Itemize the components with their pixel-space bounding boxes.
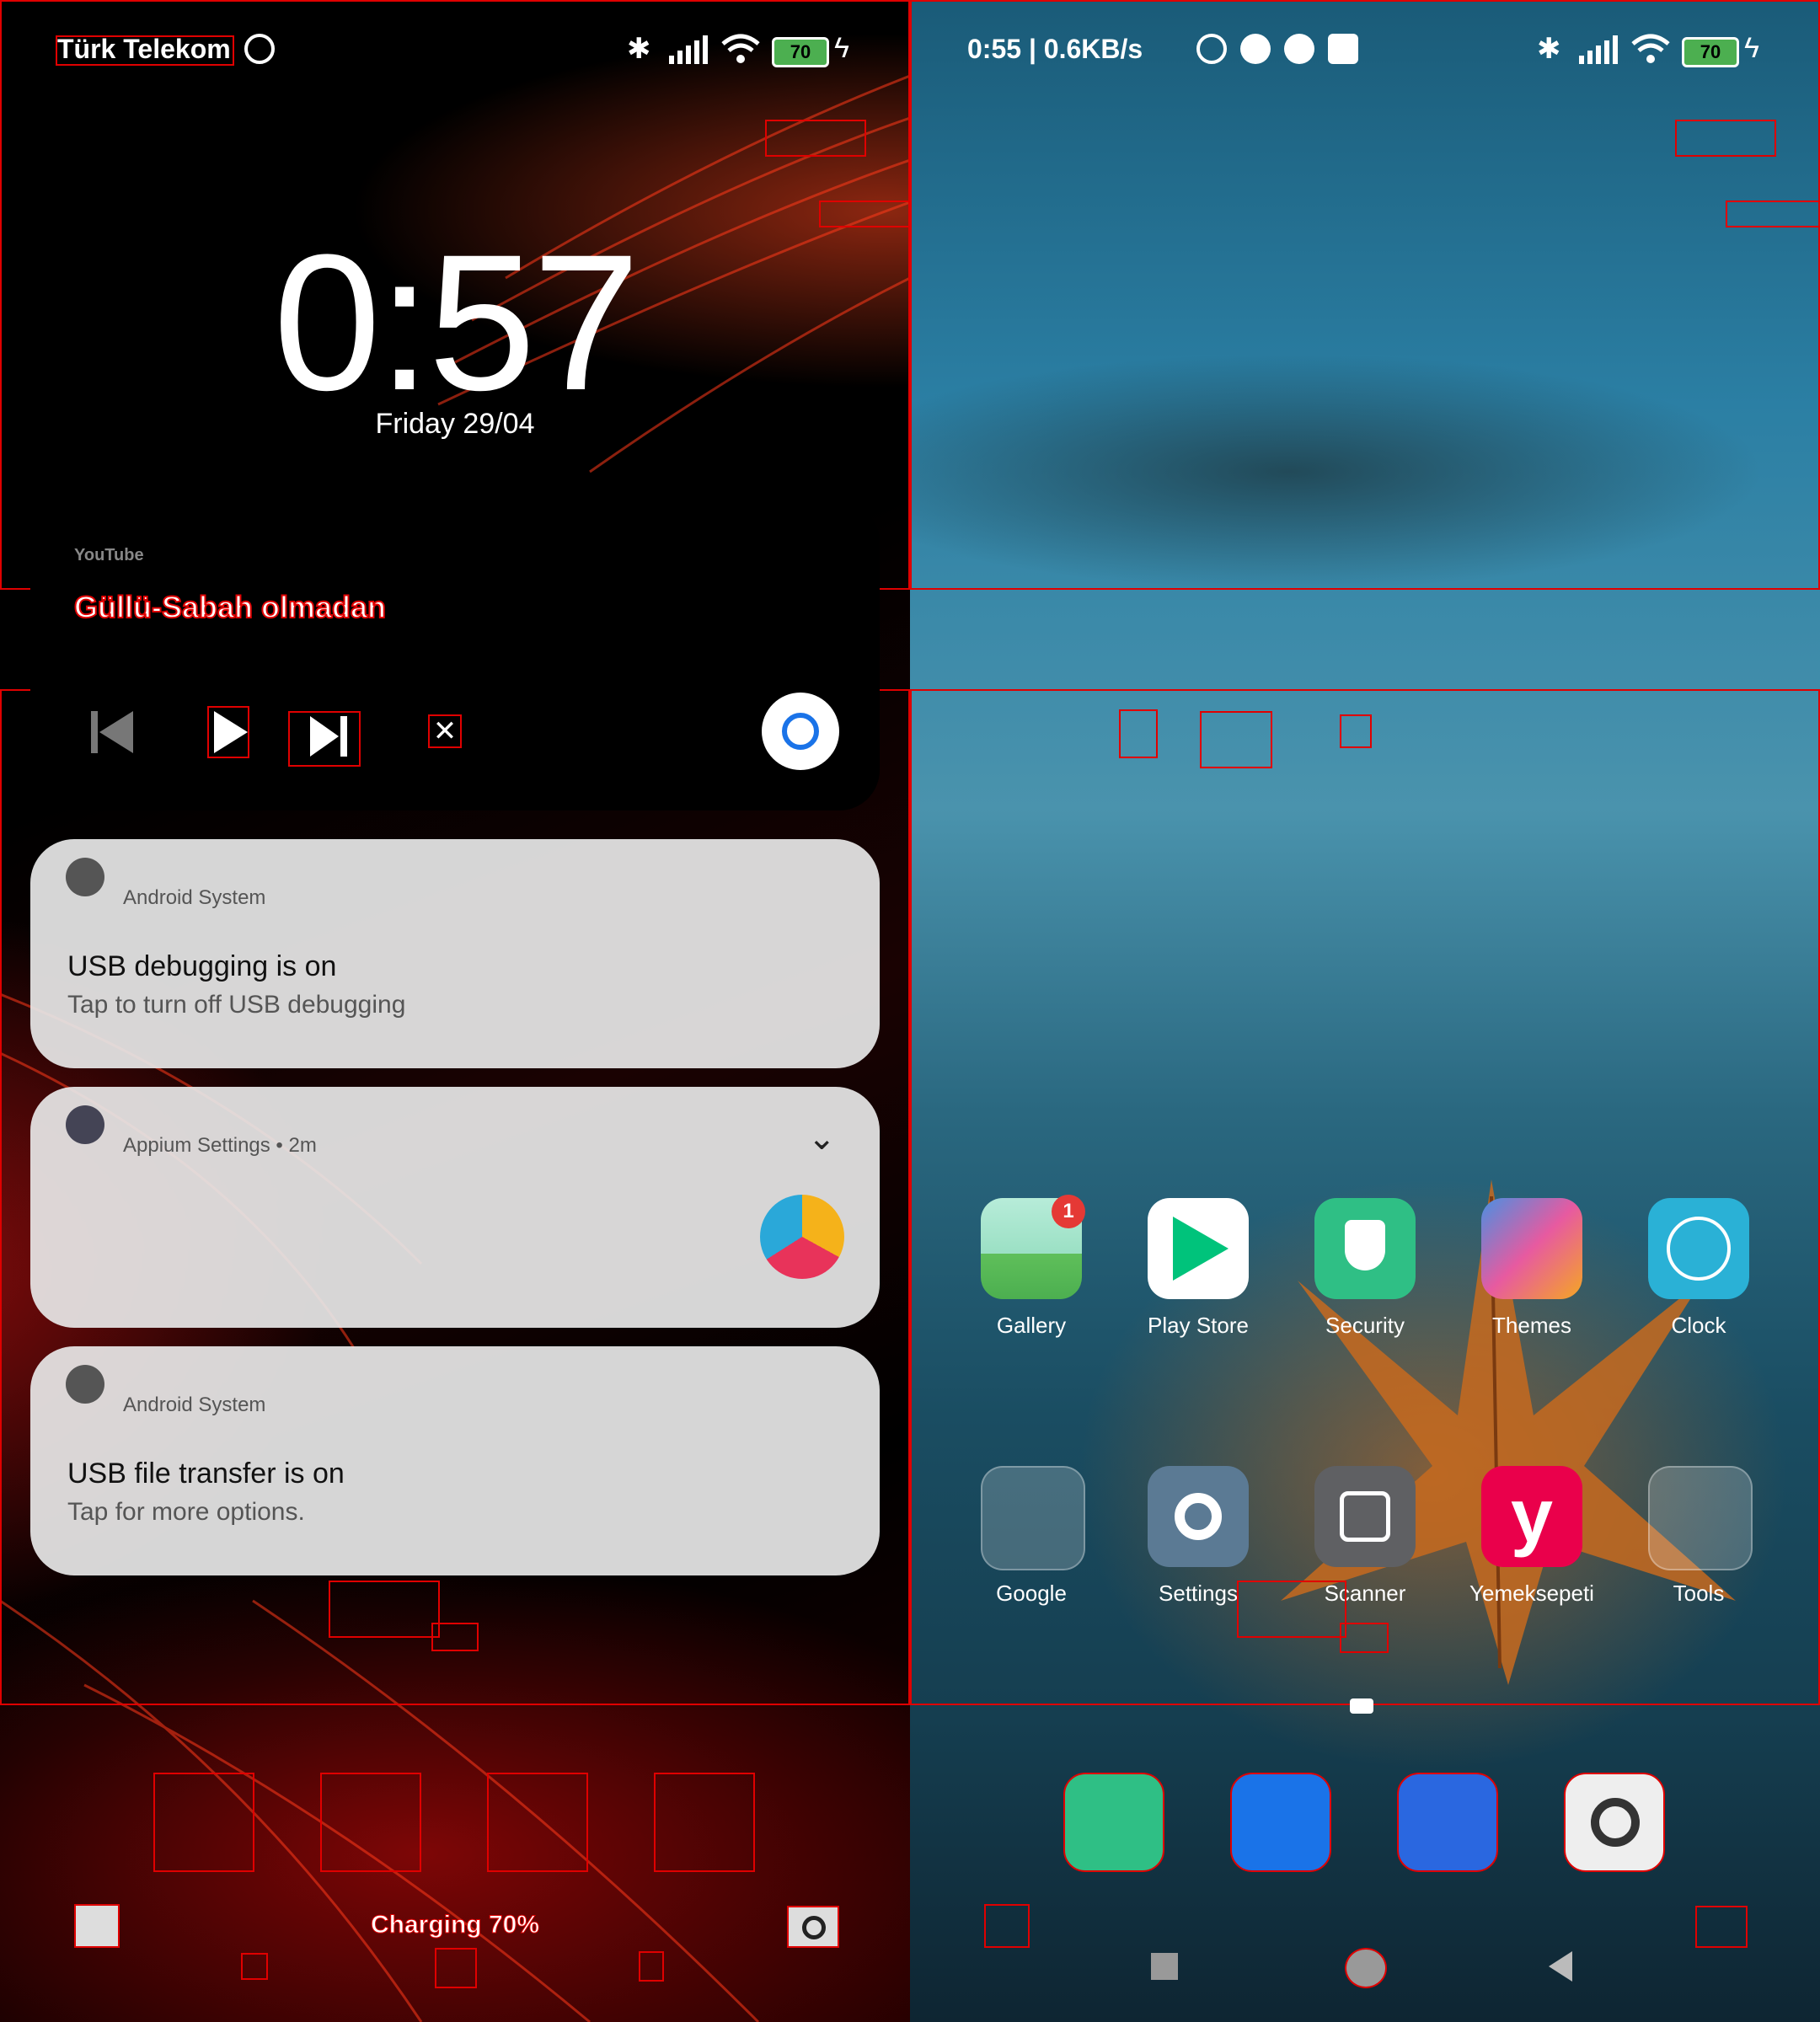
media-app-name: YouTube (74, 546, 144, 564)
notification-text: Tap for more options. (67, 1498, 305, 1526)
region-box (1237, 1581, 1346, 1638)
security-app-icon[interactable] (1314, 1198, 1416, 1299)
notification-app: Android System (123, 1393, 266, 1416)
lock-clock: 0:57 (273, 214, 640, 431)
appium-logo (760, 1195, 844, 1279)
media-title: Güllü-Sabah olmadan (73, 589, 387, 625)
media-notification[interactable]: YouTube (30, 502, 880, 810)
tools-folder-icon[interactable] (1648, 1466, 1753, 1570)
region-box (1340, 1623, 1389, 1653)
app-label-play-store: Play Store (1148, 1313, 1249, 1338)
notification-usb-file-transfer[interactable]: Android System USB file transfer is on T… (30, 1346, 880, 1575)
lock-screen: Türk Telekom ✱ 70 ϟ 0:57 Friday 29/04 Yo… (0, 0, 910, 2022)
play-button[interactable] (207, 706, 249, 758)
app-label-tools: Tools (1673, 1581, 1725, 1606)
notification-title: USB debugging is on (67, 950, 337, 982)
time-speed-label: 0:55 | 0.6KB/s (967, 34, 1143, 64)
bluetooth-icon: ✱ (1537, 33, 1561, 65)
dock-camera-icon[interactable] (1564, 1773, 1665, 1872)
placeholder-box (153, 1773, 254, 1872)
android-system-status-icon (1240, 34, 1271, 64)
back-button[interactable] (1549, 1951, 1572, 1982)
themes-app-icon[interactable] (1481, 1198, 1582, 1299)
previous-button[interactable] (91, 711, 138, 753)
nav-box (984, 1904, 1030, 1948)
app-label-clock: Clock (1671, 1313, 1726, 1338)
region-box (1675, 120, 1776, 157)
charging-bolt-icon: ϟ (1744, 32, 1759, 64)
bluetooth-icon: ✱ (627, 33, 651, 65)
placeholder-box (1200, 711, 1272, 768)
android-system-icon (66, 1365, 104, 1404)
google-folder-icon[interactable] (981, 1466, 1085, 1570)
lock-date: Friday 29/04 (375, 408, 535, 440)
yemeksepeti-app-icon[interactable]: y (1481, 1466, 1582, 1567)
scanner-app-icon[interactable] (1314, 1466, 1416, 1567)
wifi-icon (1631, 34, 1670, 63)
cast-button[interactable] (762, 693, 839, 770)
placeholder-box (654, 1773, 755, 1872)
nav-home-box (435, 1948, 477, 1988)
notification-appium[interactable]: Appium Settings • 2m ⌄ (30, 1087, 880, 1328)
close-media-icon[interactable]: ✕ (428, 714, 462, 748)
notification-app: Appium Settings • 2m (123, 1134, 317, 1157)
camera-shortcut-icon[interactable] (787, 1906, 839, 1948)
region-box (431, 1623, 479, 1651)
charging-bolt-icon: ϟ (834, 32, 849, 64)
gallery-badge: 1 (1052, 1195, 1085, 1228)
dock-messages-icon[interactable] (1397, 1773, 1498, 1872)
android-system-icon (66, 858, 104, 896)
play-store-app-icon[interactable] (1148, 1198, 1249, 1299)
app-label-gallery: Gallery (996, 1313, 1067, 1338)
notification-usb-debugging[interactable]: Android System USB debugging is on Tap t… (30, 839, 880, 1068)
placeholder-box (487, 1773, 588, 1872)
home-button[interactable] (1345, 1948, 1387, 1988)
placeholder-box (320, 1773, 421, 1872)
placeholder-box (1340, 714, 1372, 748)
recents-button[interactable] (1151, 1953, 1178, 1980)
home-screen: 0:55 | 0.6KB/s ✱ 70 ϟ 1 Gallery Play Sto… (910, 0, 1820, 2022)
battery-icon: 70 (772, 37, 829, 67)
nav-back-box (639, 1951, 664, 1982)
dock-phone-icon[interactable] (1230, 1773, 1331, 1872)
region-box (910, 0, 1820, 590)
nav-square-box (241, 1953, 268, 1980)
appium-status-icon (1284, 34, 1314, 64)
clock-app-icon[interactable] (1648, 1198, 1749, 1299)
app-label-themes: Themes (1492, 1313, 1571, 1338)
region-box (329, 1581, 440, 1638)
region-box (765, 120, 866, 157)
placeholder-box (1119, 709, 1158, 758)
appium-icon (66, 1105, 104, 1144)
nav-box (1695, 1906, 1748, 1948)
dock-security-icon[interactable] (1063, 1773, 1164, 1872)
app-label-google: Google (996, 1581, 1067, 1606)
cast-icon (782, 713, 819, 750)
notification-title: USB file transfer is on (67, 1458, 345, 1490)
alarm-icon (1196, 34, 1227, 64)
notification-text: Tap to turn off USB debugging (67, 991, 406, 1019)
app-label-security: Security (1325, 1313, 1405, 1338)
carrier-box (56, 35, 234, 66)
notification-app: Android System (123, 886, 266, 909)
region-box (1726, 201, 1820, 227)
settings-app-icon[interactable] (1148, 1466, 1249, 1567)
battery-icon: 70 (1682, 37, 1739, 67)
app-label-yemeksepeti: Yemeksepeti (1469, 1581, 1594, 1606)
notification-square-icon (1328, 34, 1358, 64)
charging-status: Charging 70% (370, 1911, 540, 1939)
expand-chevron-icon[interactable]: ⌄ (807, 1119, 836, 1158)
alarm-icon (244, 34, 275, 64)
next-button[interactable] (288, 711, 361, 767)
signal-icon (1579, 35, 1618, 64)
app-drawer-arrow-icon[interactable] (1350, 1698, 1373, 1714)
wifi-icon (721, 34, 760, 63)
signal-icon (669, 35, 708, 64)
